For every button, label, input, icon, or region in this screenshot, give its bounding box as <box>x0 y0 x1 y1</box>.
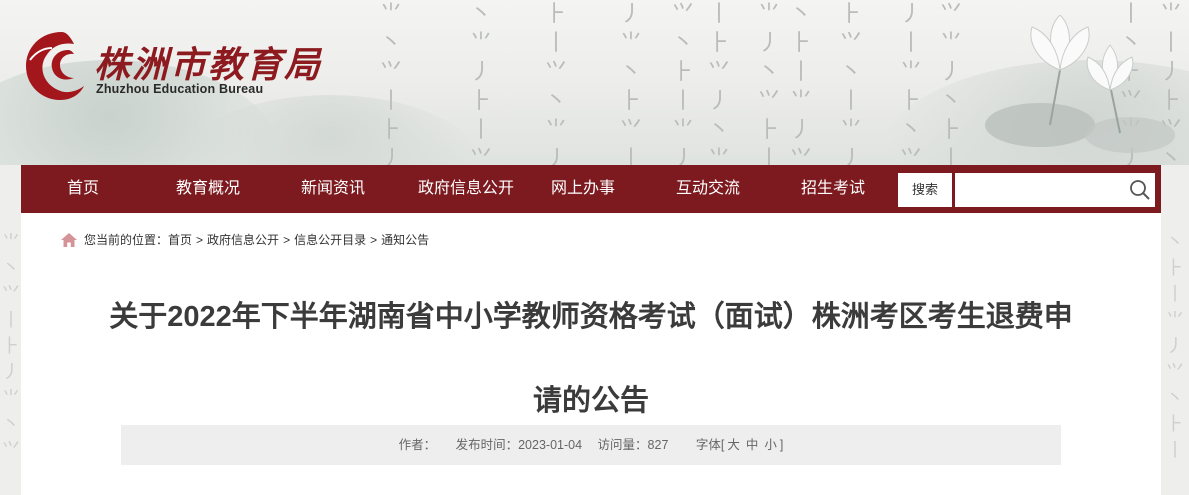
calligraphy-decoration: ⼃⺌⼂⺊⺍⼁ <box>620 2 643 165</box>
bureau-logo-icon <box>26 32 84 100</box>
search-icon[interactable] <box>1129 179 1151 201</box>
calligraphy-decoration: ⺌⼂⺍⼁⺊⼃ <box>380 2 403 165</box>
nav-item-home[interactable]: 首页 <box>43 165 123 213</box>
article-title-line: 关于2022年下半年湖南省中小学教师资格考试（面试）株洲考区考生退费申 <box>109 301 1073 333</box>
calligraphy-decoration: ⺊⺍⼂⼁⺌⼃ <box>840 2 863 165</box>
publish-date: 2023-01-04 <box>518 438 583 452</box>
breadcrumb-separator: > <box>196 233 204 247</box>
font-size-medium-button[interactable]: 中 <box>746 438 759 452</box>
font-size-control: 字体[大中小] <box>695 438 784 452</box>
nav-item-interaction[interactable]: 互动交流 <box>658 165 758 213</box>
calligraphy-decoration: ⼂⺌⼃⺊⼁⺍ <box>470 2 493 165</box>
nav-item-online-services[interactable]: 网上办事 <box>533 165 633 213</box>
nav-item-admissions[interactable]: 招生考试 <box>783 165 883 213</box>
calligraphy-decoration: ⺌⼂⺍⼁⺊⼃⺌⼂⺍ <box>2 232 20 461</box>
search-input[interactable] <box>955 173 1155 207</box>
calligraphy-decoration: ⺌⼃⼂⺍⺊⼁ <box>758 2 781 165</box>
calligraphy-decoration: ⺊⼁⺍⼂⺌⼃ <box>545 2 568 165</box>
nav-item-government-info[interactable]: 政府信息公开 <box>401 165 531 213</box>
article-title: 关于2022年下半年湖南省中小学教师资格考试（面试）株洲考区考生退费申 请的公告 <box>81 275 1101 443</box>
font-size-large-button[interactable]: 大 <box>727 438 740 452</box>
breadcrumb-notices-link[interactable]: 通知公告 <box>381 231 429 249</box>
calligraphy-decoration: ⼃⼁⺌⺊⼂⺍ <box>900 2 923 165</box>
breadcrumb: 您当前的位置： 首页 > 政府信息公开 > 信息公开目录 > 通知公告 <box>61 231 429 249</box>
breadcrumb-catalog-link[interactable]: 信息公开目录 <box>294 231 366 249</box>
breadcrumb-separator: > <box>370 233 378 247</box>
article-container: 您当前的位置： 首页 > 政府信息公开 > 信息公开目录 > 通知公告 关于20… <box>21 213 1161 495</box>
calligraphy-decoration: ⺍⺌⼃⼂⺊⼁ <box>940 2 963 165</box>
nav-item-news[interactable]: 新闻资讯 <box>283 165 383 213</box>
breadcrumb-prefix: 您当前的位置： <box>84 233 169 247</box>
header-banner: ⺌⼂⺍⼁⺊⼃ ⼂⺌⼃⺊⼁⺍ ⺊⼁⺍⼂⺌⼃ ⼃⺌⼂⺊⺍⼁ ⺍⼂⺊⼁⺌⼃ ⼁⺊⺍⼃⼂… <box>0 0 1189 165</box>
home-icon <box>61 233 77 247</box>
view-count: 访问量：827 <box>597 438 669 452</box>
author-label: 作者： <box>398 438 437 452</box>
calligraphy-decoration: ⼂⺊⼁⺌⼃⺍ <box>790 2 813 165</box>
breadcrumb-separator: > <box>283 233 291 247</box>
search-label: 搜索 <box>898 173 952 207</box>
nav-item-education-overview[interactable]: 教育概况 <box>158 165 258 213</box>
lotus-icon <box>985 15 1175 153</box>
bureau-logo-chinese: 株洲市教育局 <box>94 44 323 86</box>
bureau-logo-english: Zhuzhou Education Bureau <box>96 82 264 96</box>
publish-date-label: 发布时间：2023-01-04 <box>455 438 583 452</box>
font-size-small-button[interactable]: 小 <box>764 438 777 452</box>
breadcrumb-home-link[interactable]: 首页 <box>168 231 192 249</box>
calligraphy-decoration: ⼂⺊⼁⺌⼃⺍⼂⺊⼁ <box>1166 232 1184 461</box>
calligraphy-decoration: ⺍⼂⺊⼁⺌⼃ <box>672 2 695 165</box>
main-navigation: 首页 教育概况 新闻资讯 政府信息公开 网上办事 互动交流 招生考试 搜索 <box>21 165 1161 213</box>
calligraphy-decoration: ⼁⺊⺍⼃⼂⺌ <box>708 2 731 165</box>
breadcrumb-government-info-link[interactable]: 政府信息公开 <box>207 231 279 249</box>
article-meta-bar: 作者： 发布时间：2023-01-04 访问量：827 字体[大中小] <box>121 425 1061 465</box>
